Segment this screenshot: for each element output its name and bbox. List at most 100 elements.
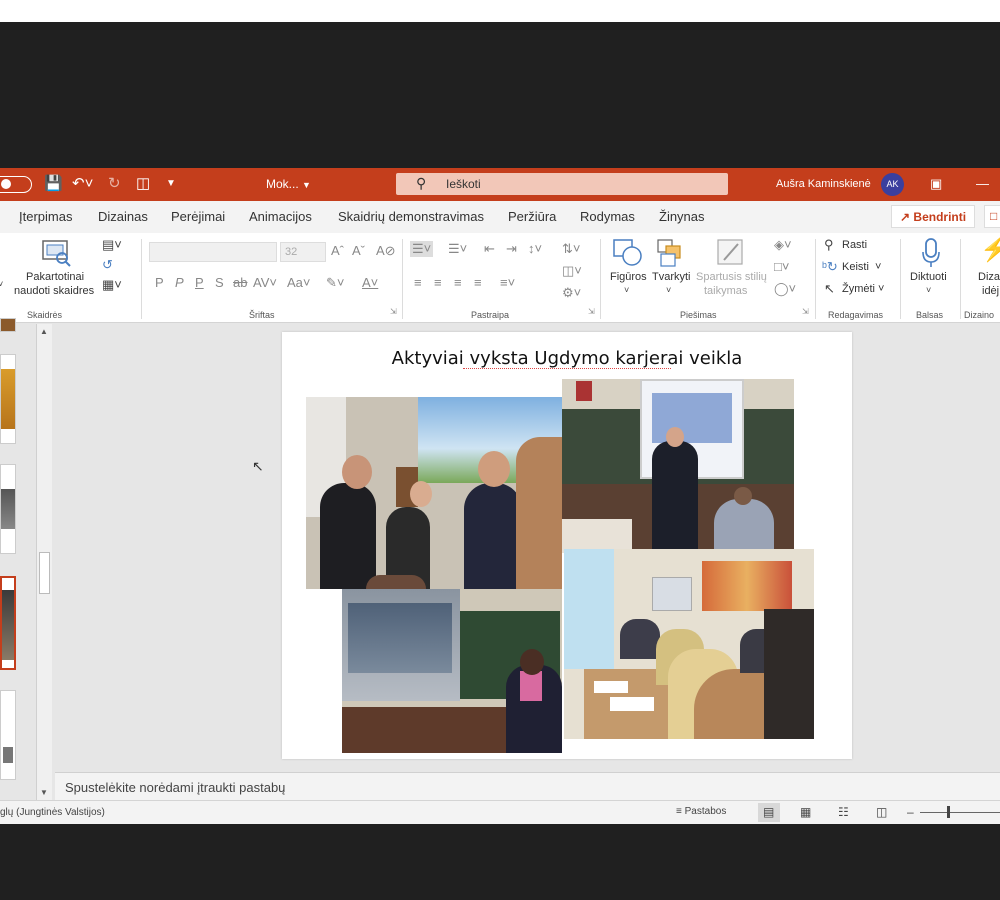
tab-transitions[interactable]: Perėjimai [171, 209, 225, 224]
grow-font-icon[interactable]: Aˆ [331, 243, 344, 258]
undo-icon[interactable]: ↶˅ [72, 175, 93, 193]
slide-thumbnail[interactable] [0, 464, 16, 554]
minimize-icon[interactable]: — [976, 176, 989, 191]
dictate-chevron-icon[interactable]: ˅ [926, 285, 931, 295]
customize-toolbar-icon[interactable]: ▼ [166, 175, 176, 193]
photo-classroom-audience[interactable] [564, 549, 814, 739]
justify-icon[interactable]: ≡ [474, 275, 482, 290]
shapes-button[interactable]: Figūros [610, 271, 647, 283]
notes-toggle-button[interactable]: ≡ Pastabos [676, 806, 726, 817]
clear-format-icon[interactable]: A⊘ [376, 243, 396, 259]
photo-teacher-presenting[interactable] [342, 589, 562, 753]
highlight-icon[interactable]: ✎˅ [326, 275, 344, 291]
slide-thumbnail[interactable] [0, 318, 16, 332]
reuse-slides-button[interactable]: Pakartotinai [26, 271, 84, 283]
align-text-icon[interactable]: ◫˅ [562, 263, 582, 279]
arrange-icon[interactable] [656, 238, 686, 268]
ribbon-display-icon[interactable]: ▣ [930, 176, 942, 192]
shrink-font-icon[interactable]: Aˇ [352, 243, 365, 258]
text-direction-icon[interactable]: ⇅˅ [562, 241, 580, 257]
numbering-icon[interactable]: ☰˅ [448, 241, 467, 257]
normal-view-icon[interactable]: ▤ [763, 805, 774, 819]
shapes-icon[interactable] [612, 238, 644, 268]
columns-icon[interactable]: ≡˅ [500, 275, 515, 290]
redo-icon[interactable]: ↻ [108, 175, 121, 193]
reset-icon[interactable]: ↺ [102, 257, 113, 273]
tab-insert[interactable]: Įterpimas [19, 209, 72, 224]
align-right-icon[interactable]: ≡ [454, 275, 462, 290]
avatar[interactable]: AK [881, 173, 904, 196]
shapes-chevron-icon[interactable]: ˅ [624, 285, 629, 295]
tab-view[interactable]: Rodymas [580, 209, 635, 224]
scroll-down-icon[interactable]: ▼ [40, 788, 48, 797]
scroll-up-icon[interactable]: ▲ [40, 327, 48, 336]
layout-icon[interactable]: ▤˅ [102, 237, 122, 253]
underline-icon[interactable]: P [195, 275, 204, 290]
slide-title[interactable]: Aktyviai vyksta Ugdymo karjerai veikla [282, 348, 852, 369]
tab-animations[interactable]: Animacijos [249, 209, 312, 224]
share-button[interactable]: ↗ Bendrinti [891, 205, 975, 228]
increase-indent-icon[interactable]: ⇥ [506, 241, 517, 257]
zoom-slider-track[interactable] [920, 812, 1000, 813]
section-icon[interactable]: ▦˅ [102, 277, 122, 293]
photo-students-presentation[interactable] [306, 397, 562, 589]
new-slide-chevron-icon[interactable]: ˅ [0, 279, 3, 289]
slide-thumbnail[interactable] [0, 354, 16, 444]
find-icon[interactable]: ⚲ [824, 237, 834, 253]
change-case-icon[interactable]: Aa˅ [287, 275, 311, 290]
quick-styles-button[interactable]: Spartusis stilių [696, 271, 767, 283]
comments-button[interactable]: □ [984, 205, 1000, 228]
microphone-icon[interactable] [920, 237, 942, 269]
font-color-icon[interactable]: A˅ [362, 275, 378, 290]
select-button[interactable]: Žymėti ˅ [842, 283, 884, 295]
zoom-slider-thumb[interactable] [947, 806, 950, 818]
tab-design[interactable]: Dizainas [98, 209, 148, 224]
align-center-icon[interactable]: ≡ [434, 275, 442, 290]
tab-review[interactable]: Peržiūra [508, 209, 556, 224]
arrange-button[interactable]: Tvarkyti [652, 271, 691, 283]
shape-fill-icon[interactable]: ◈˅ [774, 237, 792, 253]
save-icon[interactable]: 💾 [44, 175, 63, 193]
zoom-out-icon[interactable]: – [907, 805, 914, 819]
present-icon[interactable]: ◫ [136, 175, 150, 193]
shape-outline-icon[interactable]: □˅ [774, 259, 789, 274]
slide-canvas[interactable]: Aktyviai vyksta Ugdymo karjerai veikla [282, 332, 852, 759]
char-spacing-icon[interactable]: AV˅ [253, 275, 277, 290]
italic-icon[interactable]: P [175, 275, 184, 290]
reuse-slides-button-line2[interactable]: naudoti skaidres [14, 285, 94, 297]
thumbnails-scrollbar[interactable]: ▲ ▼ [36, 324, 52, 802]
language-indicator[interactable]: glų (Jungtinės Valstijos) [0, 807, 105, 818]
scrollbar-thumb[interactable] [39, 552, 50, 594]
design-ideas-icon[interactable]: ⚡ [980, 235, 1000, 264]
quick-styles-icon[interactable] [716, 238, 746, 268]
bullets-icon[interactable]: ☰˅ [410, 241, 434, 257]
find-button[interactable]: Rasti [842, 239, 867, 251]
line-spacing-icon[interactable]: ↕˅ [528, 241, 542, 256]
shape-effects-icon[interactable]: ◯˅ [774, 281, 796, 297]
replace-button[interactable]: Keisti ˅ [842, 261, 881, 273]
strikethrough-icon[interactable]: ab [233, 275, 247, 290]
reuse-slides-icon[interactable] [42, 239, 72, 267]
align-left-icon[interactable]: ≡ [414, 275, 422, 290]
slide-show-icon[interactable]: ◫ [876, 805, 887, 819]
tab-help[interactable]: Žinynas [659, 209, 705, 224]
autosave-toggle[interactable] [0, 176, 32, 193]
slide-sorter-icon[interactable]: ▦ [800, 805, 811, 819]
user-name[interactable]: Aušra Kaminskienė [776, 178, 871, 190]
decrease-indent-icon[interactable]: ⇤ [484, 241, 495, 257]
slide-thumbnail[interactable] [0, 690, 16, 780]
arrange-chevron-icon[interactable]: ˅ [666, 285, 671, 295]
design-ideas-button-line2[interactable]: idėj [982, 285, 999, 297]
design-ideas-button[interactable]: Dizai [978, 271, 1000, 283]
font-family-box[interactable] [149, 242, 277, 262]
file-name[interactable]: Mok... ▼ [266, 177, 311, 191]
quick-styles-button-line2[interactable]: taikymas [704, 285, 747, 297]
dictate-button[interactable]: Diktuoti [910, 271, 947, 283]
search-box[interactable]: ⚲ Ieškoti [396, 173, 728, 195]
notes-placeholder[interactable]: Spustelėkite norėdami įtraukti pastabų [65, 780, 285, 795]
drawing-dialog-launcher-icon[interactable]: ⇲ [802, 307, 809, 316]
bold-icon[interactable]: P [155, 275, 164, 290]
paragraph-dialog-launcher-icon[interactable]: ⇲ [588, 307, 595, 316]
photo-speaker-classroom[interactable] [562, 379, 794, 553]
tab-slide-show[interactable]: Skaidrių demonstravimas [338, 209, 484, 224]
